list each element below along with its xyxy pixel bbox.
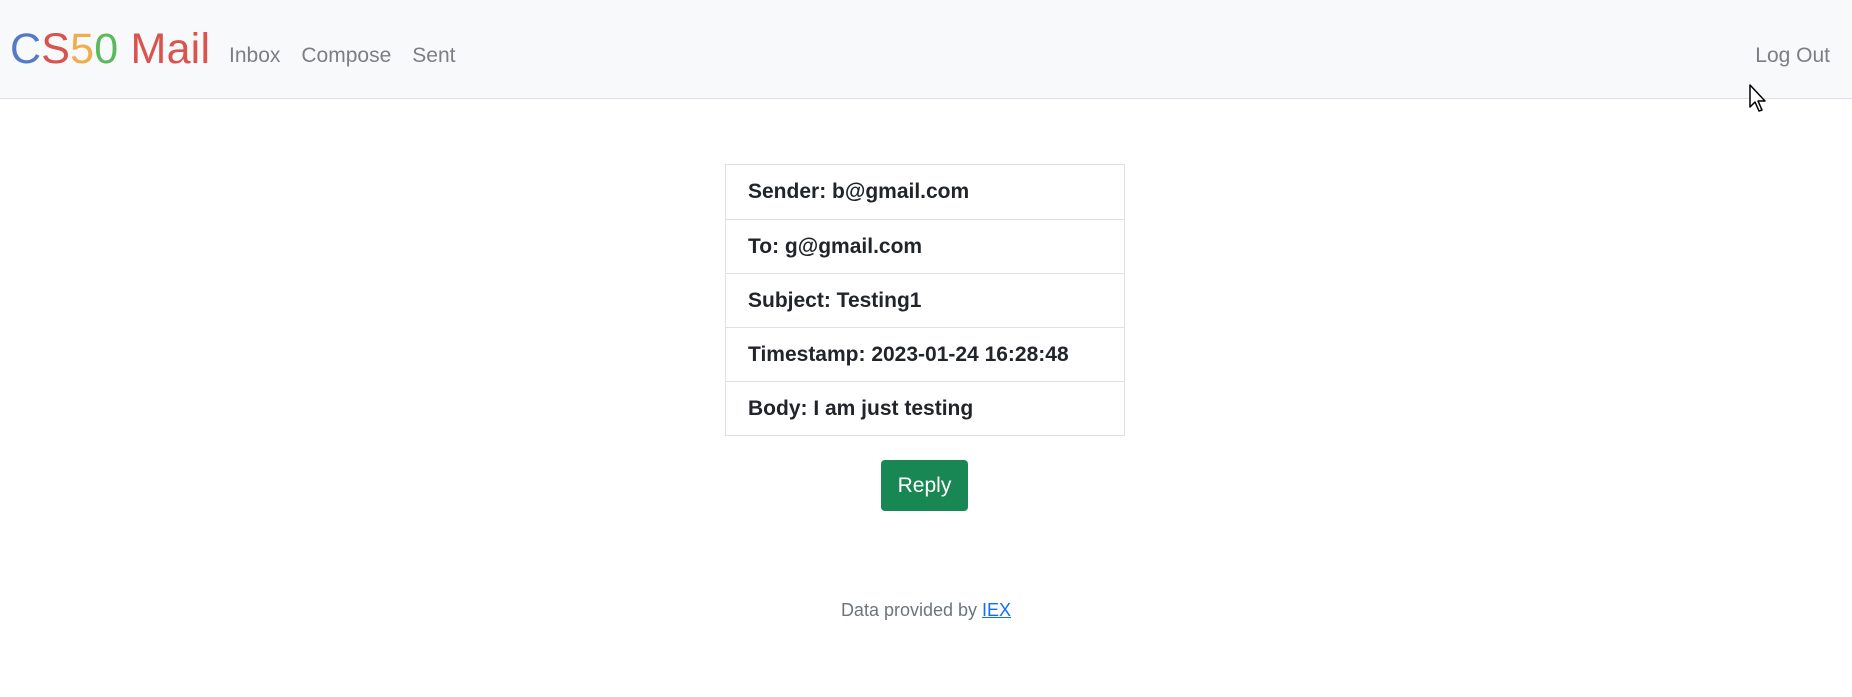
- nav-links: Inbox Compose Sent: [229, 42, 455, 70]
- brand-word-mail: Mail: [118, 25, 211, 73]
- footer: Data provided by IEX: [0, 600, 1852, 621]
- email-details-table: Sender: b@gmail.com To: g@gmail.com Subj…: [725, 164, 1125, 436]
- navbar: CS50 Mail Inbox Compose Sent Log Out: [0, 0, 1852, 99]
- mouse-pointer-icon: [1749, 84, 1766, 112]
- brand-letter-c: C: [10, 25, 42, 73]
- reply-button[interactable]: Reply: [881, 460, 968, 511]
- brand-digit-0: 0: [94, 25, 119, 73]
- nav-link-inbox[interactable]: Inbox: [229, 42, 280, 70]
- email-sender: Sender: b@gmail.com: [748, 180, 970, 203]
- brand-letter-s: S: [41, 25, 71, 73]
- email-recipient: To: g@gmail.com: [726, 219, 1124, 273]
- brand-digit-5: 5: [70, 25, 95, 73]
- footer-text: Data provided by: [840, 600, 983, 620]
- nav-link-compose[interactable]: Compose: [301, 42, 391, 70]
- footer-iex-link[interactable]: IEX: [982, 600, 1011, 620]
- email-timestamp: Timestamp: 2023-01-24 16:28:48: [726, 327, 1124, 381]
- email-body: Body: I am just testing: [726, 381, 1124, 435]
- nav-link-sent[interactable]: Sent: [412, 42, 455, 70]
- email-subject: Subject: Testing1: [726, 273, 1124, 327]
- logout-link[interactable]: Log Out: [1755, 42, 1830, 70]
- brand-logo[interactable]: CS50 Mail: [10, 24, 210, 74]
